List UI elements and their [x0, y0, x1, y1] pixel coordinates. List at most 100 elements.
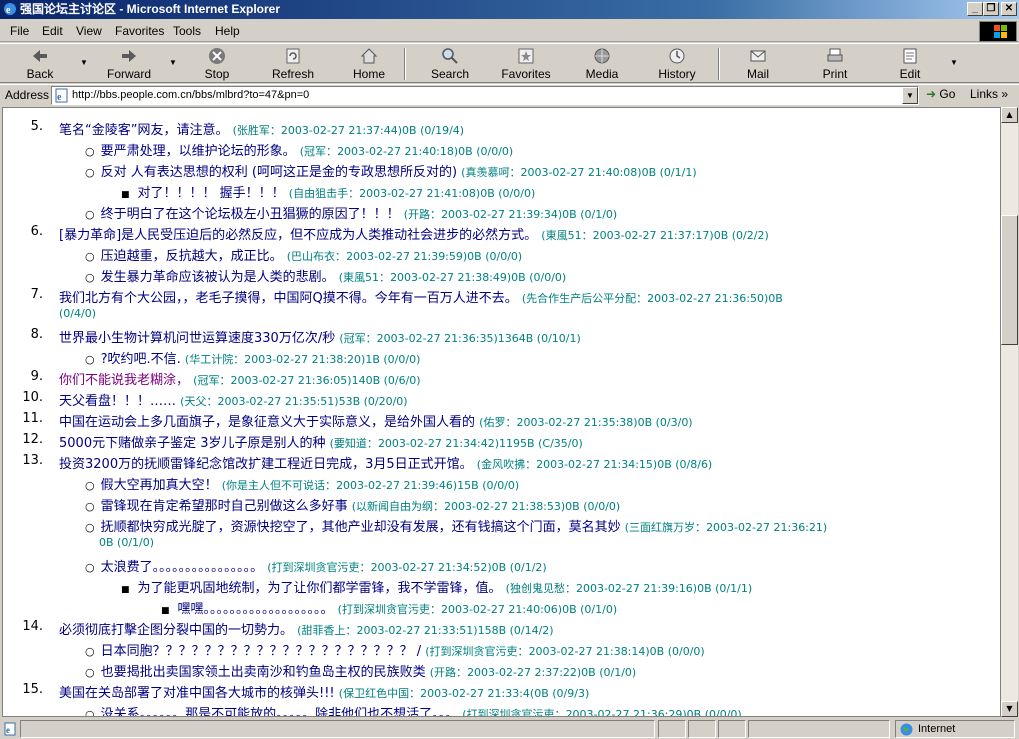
- post-author[interactable]: (金风吹拂：: [477, 458, 536, 471]
- post-item: 10. 天父看盘！！！…… (天父：2003-02-27 21:35:51)53…: [3, 390, 407, 409]
- mail-button[interactable]: Mail: [742, 47, 774, 81]
- refresh-button[interactable]: Refresh: [270, 47, 316, 81]
- reply-link[interactable]: 抚顺都快穷成光腚了，资源快挖空了，其他产业却没有发展，还有钱搞这个门面，莫名其妙: [101, 520, 621, 535]
- reply-author[interactable]: (自由狙击手：: [289, 187, 359, 200]
- reply-link[interactable]: 假大空再加真大空！: [101, 478, 218, 493]
- reply-link[interactable]: 反对 人有表达思想的权利 (呵呵这正是金的专政思想所反对的): [101, 165, 457, 180]
- reply-author[interactable]: (华工计院：: [185, 353, 244, 366]
- post-link[interactable]: 我们北方有个大公园，，老毛子摸得，中国阿Q摸不得。今年有一百万人进不去。: [59, 291, 518, 306]
- menu-edit[interactable]: Edit: [42, 24, 63, 38]
- post-link[interactable]: 天父看盘！！！……: [59, 394, 176, 409]
- reply-author[interactable]: (开路：: [404, 208, 441, 221]
- ie-icon: e: [4, 3, 16, 16]
- reply-author[interactable]: (开路：: [430, 666, 467, 679]
- post-author[interactable]: (天父：: [180, 395, 217, 408]
- reply-link[interactable]: 没关系。。。。。。那是不可能放的。。。。。除非他们也不想活了。。。: [101, 707, 459, 716]
- edit-dropdown-icon[interactable]: ▼: [950, 58, 958, 67]
- square-bullet-icon: ■: [121, 585, 130, 595]
- post-author[interactable]: (先合作生产后公平分配：: [522, 292, 647, 305]
- reply-link[interactable]: ?吹约吧.不信.: [101, 352, 181, 367]
- menu-file[interactable]: File: [10, 24, 29, 38]
- post-info: 2003-02-27 21:33:4(0B (0/9/3): [420, 687, 590, 700]
- forward-dropdown-icon[interactable]: ▼: [169, 58, 177, 67]
- title-bar: e 强国论坛主讨论区 - Microsoft Internet Explorer…: [0, 0, 1019, 19]
- reply-link[interactable]: 为了能更巩固地统制，为了让你们都学雷锋，我不学雷锋，值。: [138, 581, 502, 596]
- page-icon: e: [55, 88, 68, 103]
- square-bullet-icon: ■: [161, 606, 170, 616]
- reply-author[interactable]: (東風51：: [339, 271, 390, 284]
- stop-button[interactable]: Stop: [200, 47, 234, 81]
- reply-author[interactable]: (冠军：: [300, 145, 337, 158]
- post-author[interactable]: (冠军：: [339, 332, 376, 345]
- reply-author[interactable]: (独创鬼见愁：: [506, 582, 576, 595]
- scroll-up-button[interactable]: ▲: [1001, 107, 1018, 123]
- reply-link[interactable]: 太浪费了。。。。。。。。。。。。。。。。: [101, 560, 264, 575]
- back-dropdown-icon[interactable]: ▼: [80, 58, 88, 67]
- menu-view[interactable]: View: [76, 24, 102, 38]
- address-dropdown-button[interactable]: ▼: [902, 87, 918, 104]
- reply-author[interactable]: (打到深圳贪官污吏：: [425, 645, 528, 658]
- history-button[interactable]: History: [656, 47, 698, 81]
- links-button[interactable]: Links »: [970, 87, 1008, 101]
- reply-author[interactable]: (以新闻自由为纲：: [352, 500, 444, 513]
- vertical-scrollbar[interactable]: ▲ ▼: [1001, 107, 1018, 717]
- post-link[interactable]: 5000元下赌做亲子鉴定 3岁儿子原是别人的种: [59, 436, 326, 451]
- post-author[interactable]: (甜菲香上：: [297, 624, 356, 637]
- reply-info: 2003-02-27 21:40:18)0B (0/0/0): [337, 145, 514, 158]
- post-link[interactable]: [暴力革命]是人民受压迫后的必然反应，但不应成为人类推动社会进步的必然方式。: [59, 228, 537, 243]
- reply-link[interactable]: 发生暴力革命应该被认为是人类的悲剧。: [101, 270, 335, 285]
- reply-author[interactable]: (打到深圳贪官污吏：: [338, 603, 441, 616]
- go-button[interactable]: ➜ Go: [926, 87, 955, 105]
- reply-link[interactable]: 雷锋现在肯定希望那时自己别做这么多好事: [101, 499, 348, 514]
- reply-author[interactable]: (你是主人但不可说话：: [222, 479, 336, 492]
- forward-arrow-icon: [122, 50, 136, 62]
- scroll-thumb[interactable]: [1001, 215, 1018, 345]
- maximize-button[interactable]: ❐: [983, 2, 999, 16]
- print-button[interactable]: Print: [818, 47, 852, 81]
- forward-button[interactable]: Forward: [106, 47, 152, 81]
- home-button[interactable]: Home: [350, 47, 388, 81]
- reply-author[interactable]: (三面红旗万岁：: [625, 521, 706, 534]
- post-link[interactable]: 中国在运动会上多几面旗子，是象征意义大于实际意义，是给外国人看的: [59, 415, 475, 430]
- close-button[interactable]: ✕: [1001, 2, 1017, 16]
- post-author[interactable]: (保卫红色中国：: [339, 687, 420, 700]
- scroll-down-button[interactable]: ▼: [1001, 701, 1018, 717]
- reply-item: ■ 为了能更巩固地统制，为了让你们都学雷锋，我不学雷锋，值。 (独创鬼见愁：200…: [121, 577, 752, 596]
- reply-link[interactable]: 也要揭批出卖国家领土出卖南沙和钓鱼岛主权的民族败类: [101, 665, 426, 680]
- menu-tools[interactable]: Tools: [173, 24, 201, 38]
- svg-text:e: e: [6, 725, 10, 735]
- circle-bullet-icon: ○: [85, 500, 95, 513]
- reply-info: 2003-02-27 2:37:22)0B (0/1/0): [467, 666, 637, 679]
- menu-favorites[interactable]: Favorites: [115, 24, 164, 38]
- post-author[interactable]: (冠军：: [193, 374, 230, 387]
- back-button[interactable]: Back: [22, 47, 58, 81]
- reply-link[interactable]: 对了！！！！ 握手！！！: [138, 186, 285, 201]
- post-link[interactable]: 投资3200万的抚顺雷锋纪念馆改扩建工程近日完成，3月5日正式开馆。: [59, 457, 473, 472]
- reply-author[interactable]: (打到深圳贪官污吏：: [267, 561, 370, 574]
- menu-help[interactable]: Help: [215, 24, 240, 38]
- post-author[interactable]: (東風51：: [541, 229, 592, 242]
- reply-author[interactable]: (巴山布衣：: [287, 250, 346, 263]
- post-author[interactable]: (佑罗：: [479, 416, 516, 429]
- media-button[interactable]: Media: [584, 47, 620, 81]
- post-author[interactable]: (张胜军：: [233, 124, 281, 137]
- minimize-button[interactable]: _: [967, 2, 983, 16]
- post-link-visited[interactable]: 你们不能说我老糊涂，: [59, 373, 189, 388]
- post-link[interactable]: 世界最小生物计算机问世运算速度330万亿次/秒: [59, 331, 335, 346]
- address-input[interactable]: e http://bbs.people.com.cn/bbs/mlbrd?to=…: [51, 86, 919, 105]
- reply-link[interactable]: 压迫越重，反抗越大，成正比。: [101, 249, 283, 264]
- favorites-button[interactable]: Favorites: [500, 47, 552, 81]
- search-button[interactable]: Search: [430, 47, 470, 81]
- reply-link[interactable]: 嘿嘿。。。。。。。。。。。。。。。。。。。: [178, 602, 334, 617]
- edit-button[interactable]: Edit: [896, 47, 924, 81]
- reply-link[interactable]: 日本同胞？？？？？？？？？？？？？？？？？？？？ /: [101, 644, 422, 659]
- reply-author[interactable]: (真羡慕呵：: [461, 166, 520, 179]
- post-author[interactable]: (要知道：: [330, 437, 378, 450]
- go-arrow-icon: ➜: [926, 87, 937, 101]
- post-link[interactable]: 笔名“金陵客”网友，请注意。: [59, 123, 228, 138]
- post-link[interactable]: 必须彻底打擊企图分裂中国的一切勢力。: [59, 623, 293, 638]
- reply-link[interactable]: 要严肃处理，以维护论坛的形象。: [101, 144, 296, 159]
- post-link[interactable]: 美国在关岛部署了对准中国各大城市的核弹头!!!: [59, 686, 335, 701]
- reply-link[interactable]: 终于明白了在这个论坛极左小丑猖獗的原因了！！！: [101, 207, 400, 222]
- reply-author[interactable]: (打到深圳贪官污吏：: [462, 708, 565, 716]
